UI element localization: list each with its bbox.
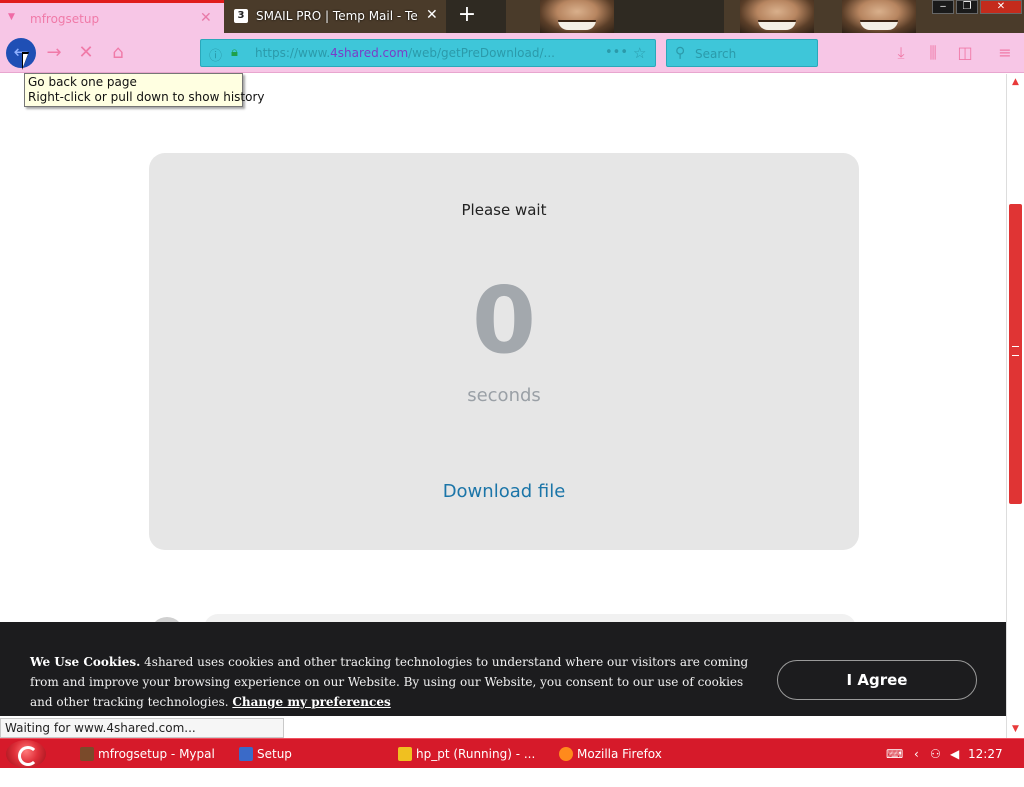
seconds-label: seconds — [467, 385, 541, 406]
sidebar-button[interactable]: ◫ — [952, 39, 978, 67]
downloads-button[interactable]: ⤓ — [888, 39, 914, 67]
tab-strip: ▼ mfrogsetup ✕ 3 SMAIL PRO | Temp Mail -… — [0, 0, 1024, 33]
scroll-up-arrow-icon[interactable]: ▲ — [1007, 74, 1024, 91]
volume-icon[interactable]: ◀ — [950, 745, 959, 763]
url-prefix: https://www. — [255, 46, 331, 60]
windows-taskbar: mfrogsetup - Mypal Setup hp_pt (Running)… — [0, 738, 1024, 783]
download-arrow-icon: ⤓ — [897, 43, 905, 62]
library-icon: ⫼ — [929, 43, 937, 62]
taskbar-item-setup[interactable]: Setup — [239, 743, 379, 765]
cookie-text: We Use Cookies. 4shared uses cookies and… — [30, 652, 752, 712]
bookmark-star-icon[interactable]: ☆ — [633, 44, 646, 62]
keyboard-icon[interactable]: ⌨ — [886, 745, 903, 763]
status-bar: Waiting for www.4shared.com... — [0, 718, 284, 738]
virtualbox-icon — [398, 747, 412, 761]
menu-button[interactable]: ≡ — [992, 39, 1018, 67]
tab-close-icon[interactable]: ✕ — [426, 7, 438, 23]
hamburger-menu-icon: ≡ — [998, 43, 1012, 62]
page-actions-icon[interactable]: ••• — [605, 45, 628, 60]
background-theme-image — [540, 0, 614, 33]
tab-favicon-icon: 3 — [234, 9, 248, 23]
minimize-button[interactable]: ‒ — [932, 0, 954, 14]
search-bar[interactable]: ⚲ — [666, 39, 818, 67]
forward-button[interactable]: → — [40, 39, 68, 67]
tab-smail-pro[interactable]: 3 SMAIL PRO | Temp Mail - Temp ✕ — [226, 0, 446, 33]
taskbar-item-firefox[interactable]: Mozilla Firefox — [559, 743, 709, 765]
setup-icon — [239, 747, 253, 761]
background-theme-image — [740, 0, 814, 33]
address-bar[interactable]: ⓘ 🔒︎ https://www.4shared.com/web/getPreD… — [200, 39, 656, 67]
download-file-link[interactable]: Download file — [149, 481, 859, 502]
library-button[interactable]: ⫼ — [920, 39, 946, 67]
search-input[interactable] — [695, 45, 813, 63]
background-theme-image — [842, 0, 916, 33]
change-preferences-link[interactable]: Change my preferences — [232, 695, 390, 709]
forward-arrow-icon: → — [46, 42, 62, 63]
cookie-banner: We Use Cookies. 4shared uses cookies and… — [0, 622, 1006, 716]
scrollbar-grip-icon — [1012, 346, 1019, 356]
sidebar-icon: ◫ — [957, 43, 973, 62]
clock[interactable]: 12:27 AM — [968, 743, 1024, 787]
lock-icon[interactable]: 🔒︎ — [231, 45, 238, 60]
download-wait-card: Please wait 0 seconds Download file — [149, 153, 859, 550]
tooltip-line-2: Right-click or pull down to show history — [28, 90, 265, 104]
home-icon: ⌂ — [112, 42, 124, 63]
stop-x-icon: ✕ — [78, 42, 94, 63]
taskbar-item-virtualbox[interactable]: hp_pt (Running) - ... — [398, 743, 540, 765]
close-window-button[interactable]: ✕ — [980, 0, 1022, 14]
agree-button[interactable]: I Agree — [777, 660, 977, 700]
back-button-tooltip: Go back one page Right-click or pull dow… — [24, 73, 265, 107]
home-button[interactable]: ⌂ — [104, 39, 132, 67]
countdown-number: 0 — [471, 267, 536, 374]
firefox-icon — [559, 747, 573, 761]
network-icon[interactable]: ⚇ — [930, 745, 941, 763]
stop-button[interactable]: ✕ — [72, 39, 100, 67]
scrollbar-thumb[interactable] — [1009, 204, 1022, 504]
page-content: Please wait 0 seconds Download file — [0, 74, 1006, 716]
url-text[interactable]: https://www.4shared.com/web/getPreDownlo… — [255, 46, 595, 60]
dropdown-triangle-icon: ▼ — [8, 12, 15, 22]
url-path: /web/getPreDownload/... — [408, 46, 555, 60]
tooltip-line-1: Go back one page — [28, 75, 137, 89]
page-scrollbar[interactable]: ▲ ▼ — [1006, 74, 1024, 738]
tab-title: mfrogsetup — [30, 12, 100, 26]
please-wait-label: Please wait — [461, 201, 547, 219]
tray-expand-chevron-icon[interactable]: ‹ — [914, 745, 919, 763]
taskbar-item-label: mfrogsetup - Mypal — [98, 747, 215, 761]
start-button[interactable] — [6, 740, 46, 768]
tab-title: SMAIL PRO | Temp Mail - Temp — [256, 9, 418, 23]
search-icon: ⚲ — [675, 45, 686, 61]
restore-button[interactable]: ❐ — [956, 0, 978, 14]
new-tab-button[interactable]: + — [456, 4, 478, 28]
mouse-cursor-icon — [22, 52, 29, 70]
tab-close-icon[interactable]: ✕ — [200, 10, 212, 26]
scroll-down-arrow-icon[interactable]: ▼ — [1007, 721, 1024, 738]
tabstrip-background — [614, 0, 724, 33]
taskbar-item-label: hp_pt (Running) - ... — [416, 747, 536, 761]
cookie-heading: We Use Cookies. — [30, 655, 141, 669]
taskbar-item-mypal[interactable]: mfrogsetup - Mypal — [80, 743, 228, 765]
taskbar-item-label: Setup — [257, 747, 292, 761]
navigation-toolbar: ← → ✕ ⌂ ⓘ 🔒︎ https://www.4shared.com/web… — [0, 33, 1024, 73]
url-host: 4shared.com — [330, 46, 409, 60]
mypal-icon — [80, 747, 94, 761]
taskbar-item-label: Mozilla Firefox — [577, 747, 662, 761]
system-tray: ⌨ ‹ ⚇ ◀ 12:27 AM — [880, 743, 1024, 783]
tab-mfrogsetup[interactable]: ▼ mfrogsetup ✕ — [0, 0, 224, 33]
info-icon[interactable]: ⓘ — [209, 45, 222, 64]
back-button[interactable]: ← — [6, 38, 36, 68]
